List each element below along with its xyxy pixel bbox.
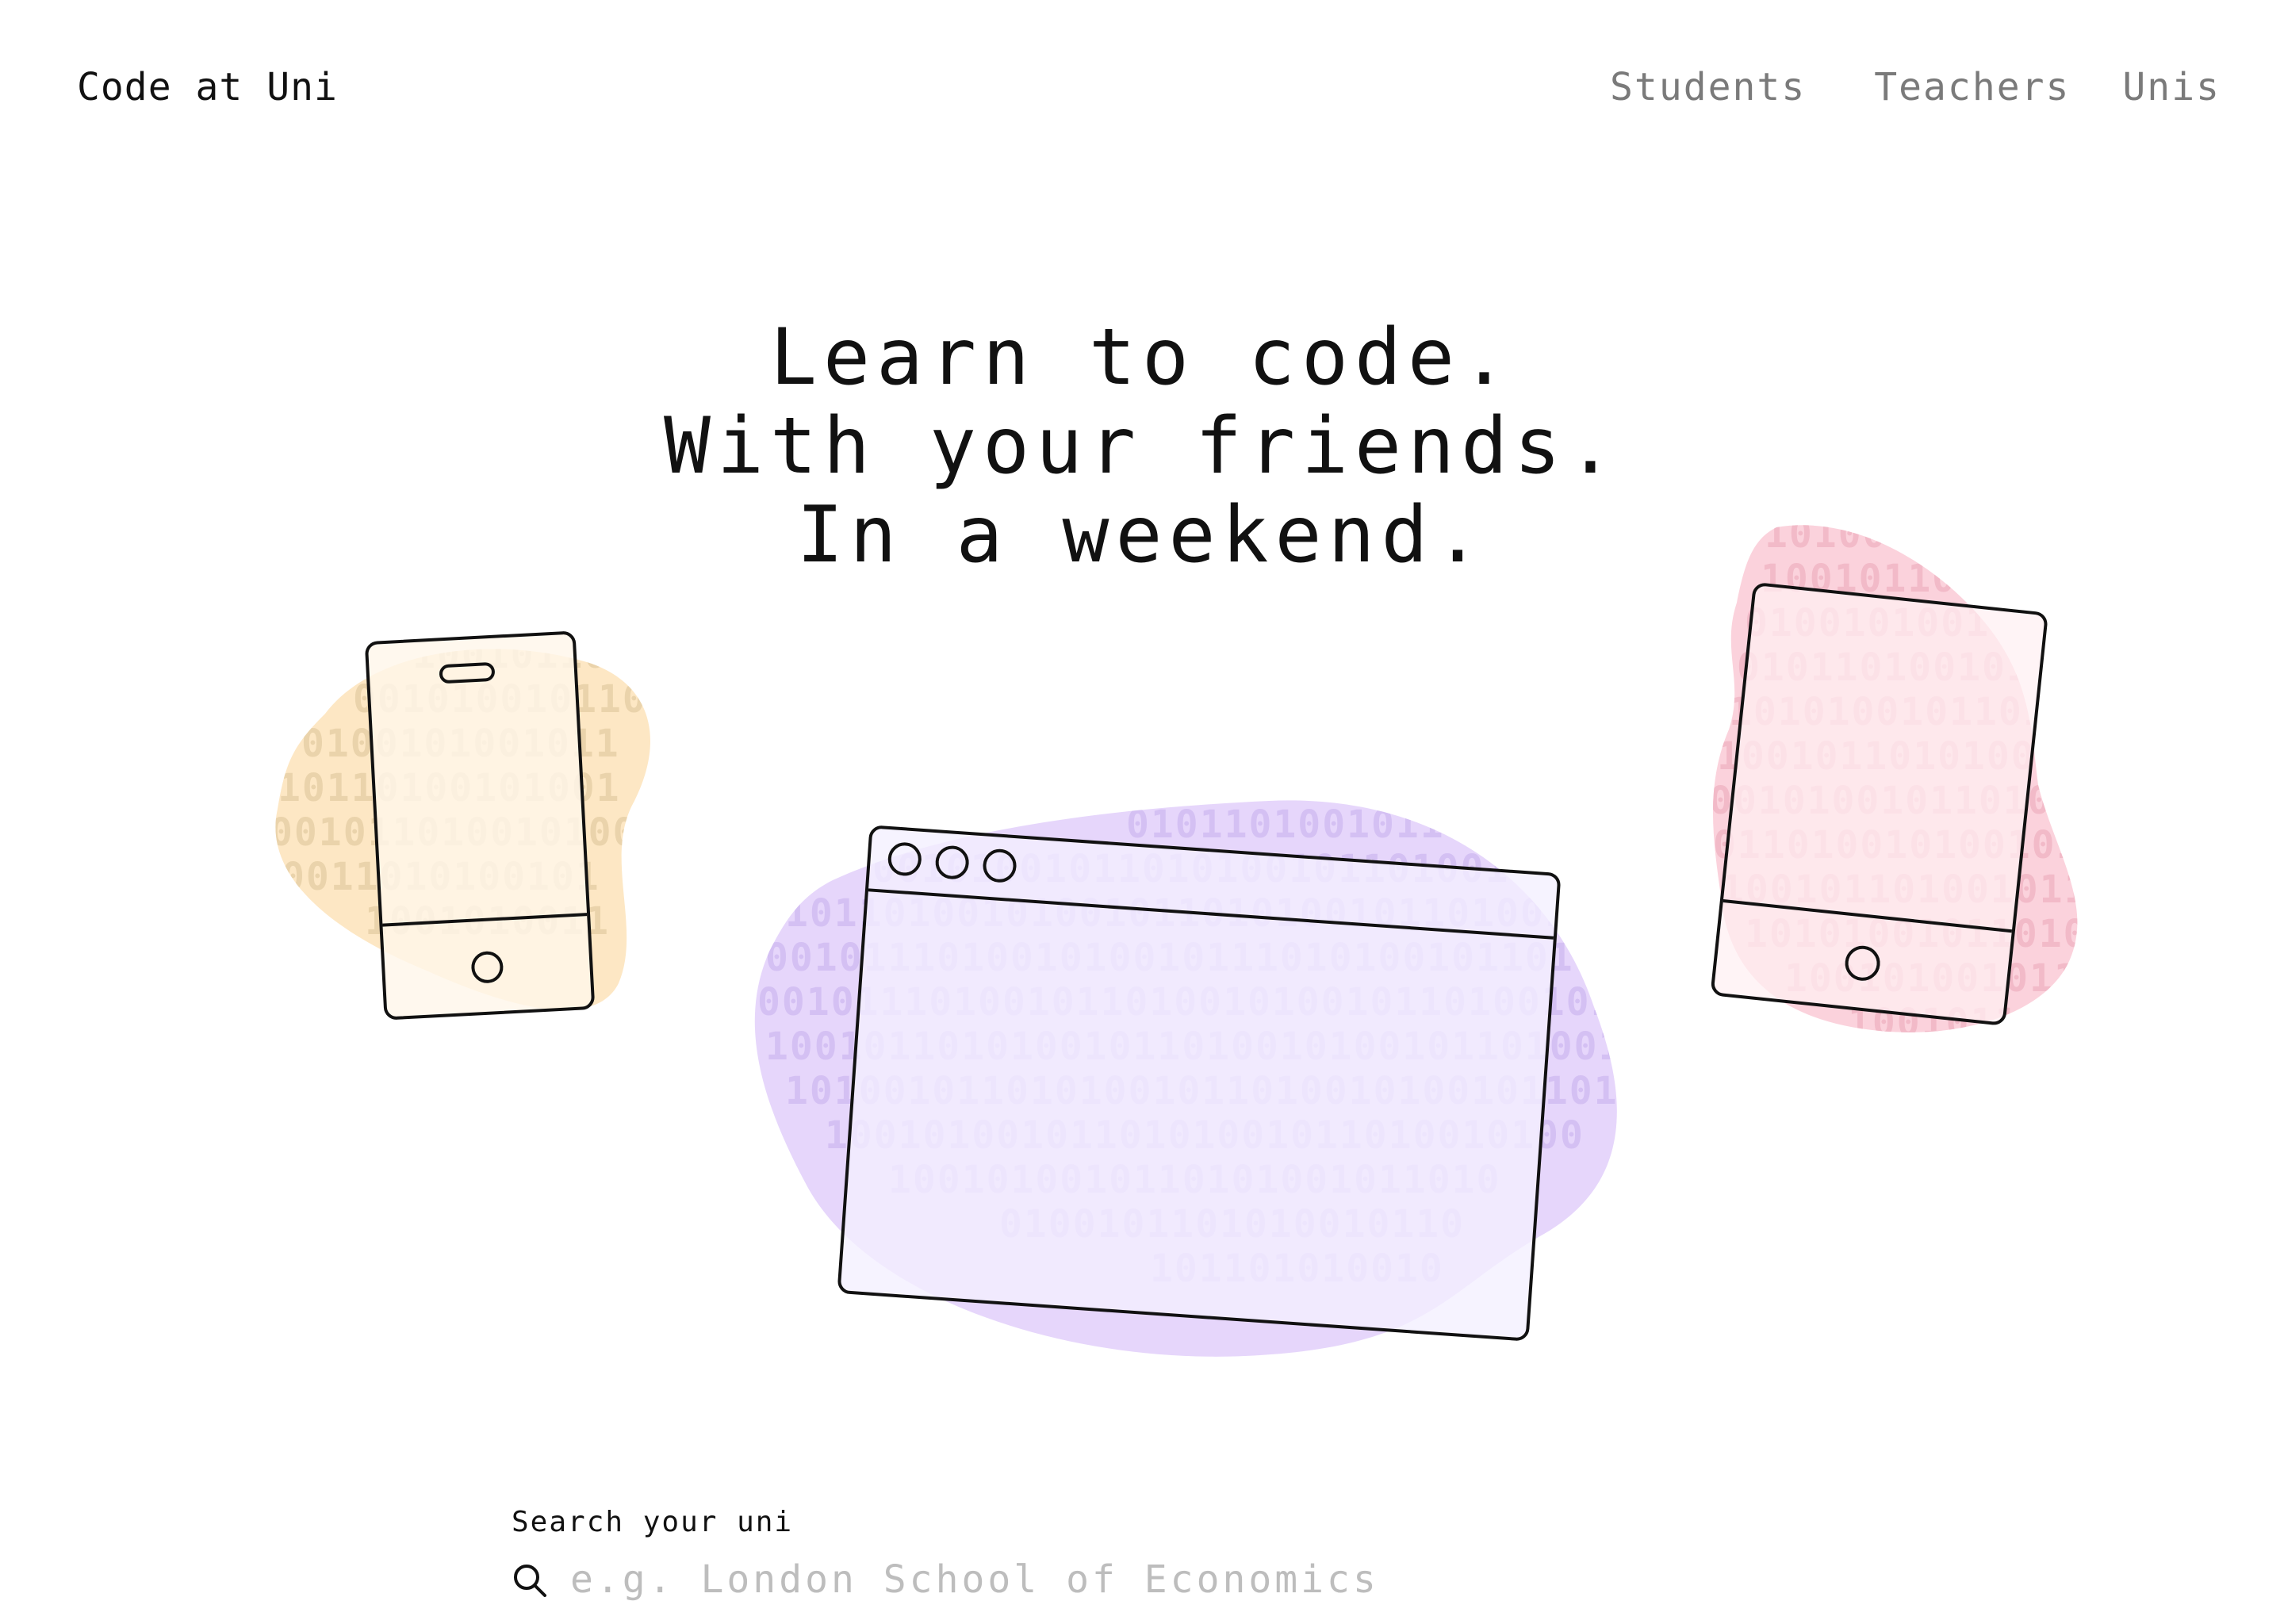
browser-window-illustration xyxy=(837,825,1561,1341)
hero-line-1: Learn to code. xyxy=(769,312,1514,403)
phone-illustration xyxy=(365,631,595,1020)
hero-illustration: 1001011010 001010010110101 0100101001011… xyxy=(275,525,2078,1357)
hero-heading: Learn to code. With your friends. In a w… xyxy=(0,313,2284,580)
search-icon xyxy=(514,1565,546,1597)
uni-search: Search your uni xyxy=(512,1503,1788,1624)
hero-line-2: With your friends. xyxy=(663,401,1621,492)
hero-line-3: In a weekend. xyxy=(796,490,1488,580)
binary-center-row-0: 01011010010110100101 xyxy=(1126,802,1616,847)
search-label: Search your uni xyxy=(512,1506,794,1538)
tablet-illustration xyxy=(1711,583,2048,1025)
search-row xyxy=(512,1542,1788,1624)
search-input[interactable] xyxy=(570,1553,1760,1607)
